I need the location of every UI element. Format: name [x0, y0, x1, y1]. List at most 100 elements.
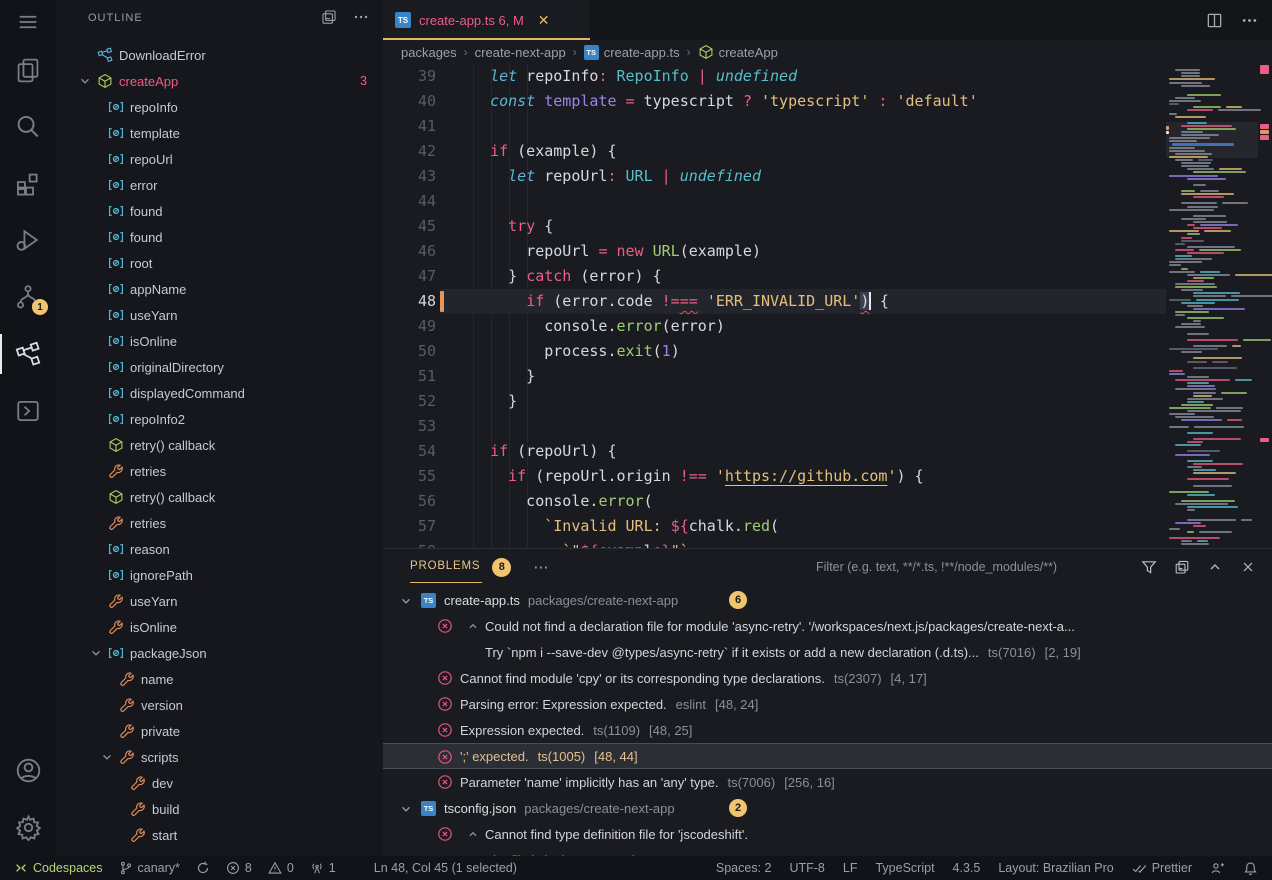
- outline-item-retries[interactable]: retries: [56, 458, 383, 484]
- status-8[interactable]: 8: [226, 861, 252, 875]
- outline-item-repoInfo[interactable]: repoInfo: [56, 94, 383, 120]
- outline-item-retry-callback[interactable]: retry() callback: [56, 484, 383, 510]
- outline-item-start[interactable]: start: [56, 822, 383, 848]
- breadcrumb-packages[interactable]: packages: [401, 45, 457, 60]
- status-spaces-2[interactable]: Spaces: 2: [716, 861, 772, 875]
- code-line-40[interactable]: 40 const template = typescript ? 'typesc…: [383, 89, 1272, 114]
- outline-item-found[interactable]: found: [56, 198, 383, 224]
- outline-item-isOnline[interactable]: isOnline: [56, 614, 383, 640]
- outline-item-reason[interactable]: reason: [56, 536, 383, 562]
- outline-item-retry-callback[interactable]: retry() callback: [56, 432, 383, 458]
- status-codespaces[interactable]: Codespaces: [14, 861, 103, 875]
- code-line-53[interactable]: 53: [383, 414, 1272, 439]
- menu-icon[interactable]: [0, 6, 56, 38]
- breadcrumb-create-app-ts[interactable]: TScreate-app.ts: [584, 45, 680, 60]
- line-number-48[interactable]: 48: [383, 289, 436, 314]
- status-typescript[interactable]: TypeScript: [875, 861, 934, 875]
- filter-icon[interactable]: [1141, 559, 1157, 575]
- outline-item-displayedCommand[interactable]: displayedCommand: [56, 380, 383, 406]
- line-number-53[interactable]: 53: [383, 414, 436, 439]
- outline-item-found[interactable]: found: [56, 224, 383, 250]
- chevron-down-icon[interactable]: [77, 73, 93, 89]
- outline-item-dev[interactable]: dev: [56, 770, 383, 796]
- close-panel-icon[interactable]: [1240, 559, 1256, 575]
- problem-row[interactable]: Could not find a declaration file for mo…: [383, 613, 1272, 639]
- line-number-58[interactable]: 58: [383, 539, 436, 548]
- outline-item-packageJson[interactable]: packageJson: [56, 640, 383, 666]
- chevron-down-icon[interactable]: [88, 645, 104, 661]
- problem-row[interactable]: Cannot find type definition file for 'js…: [383, 821, 1272, 847]
- line-number-46[interactable]: 46: [383, 239, 436, 264]
- outline-item-version[interactable]: version: [56, 692, 383, 718]
- outline-item-name[interactable]: name: [56, 666, 383, 692]
- outline-item-originalDirectory[interactable]: originalDirectory: [56, 354, 383, 380]
- code-line-39[interactable]: 39 let repoInfo: RepoInfo | undefined: [383, 64, 1272, 89]
- line-number-54[interactable]: 54: [383, 439, 436, 464]
- line-number-57[interactable]: 57: [383, 514, 436, 539]
- outline-item-DownloadError[interactable]: DownloadError: [56, 42, 383, 68]
- code-line-51[interactable]: 51 }: [383, 364, 1272, 389]
- outline-item-private[interactable]: private: [56, 718, 383, 744]
- line-number-49[interactable]: 49: [383, 314, 436, 339]
- line-number-44[interactable]: 44: [383, 189, 436, 214]
- line-number-42[interactable]: 42: [383, 139, 436, 164]
- split-editor-icon[interactable]: [1206, 12, 1223, 29]
- panel-view-icon[interactable]: [0, 387, 56, 435]
- line-number-45[interactable]: 45: [383, 214, 436, 239]
- breadcrumb-createApp[interactable]: createApp: [698, 44, 778, 60]
- line-number-41[interactable]: 41: [383, 114, 436, 139]
- problem-row[interactable]: Parsing error: Expression expected.eslin…: [383, 691, 1272, 717]
- code-line-45[interactable]: 45 try {: [383, 214, 1272, 239]
- outline-item-template[interactable]: template: [56, 120, 383, 146]
- code-line-55[interactable]: 55 if (repoUrl.origin !== 'https://githu…: [383, 464, 1272, 489]
- outline-item-root[interactable]: root: [56, 250, 383, 276]
- line-number-51[interactable]: 51: [383, 364, 436, 389]
- collapse-icon[interactable]: [466, 619, 480, 633]
- editor-more-actions-icon[interactable]: [1241, 12, 1258, 29]
- line-number-56[interactable]: 56: [383, 489, 436, 514]
- status-sync[interactable]: [196, 861, 210, 875]
- more-actions-icon[interactable]: [353, 9, 369, 25]
- problem-related-info-row[interactable]: The file is in the program because...: [383, 847, 1272, 856]
- status-prettier[interactable]: Prettier: [1132, 861, 1192, 876]
- minimap[interactable]: [1166, 64, 1258, 548]
- problem-row[interactable]: Cannot find module 'cpy' or its correspo…: [383, 665, 1272, 691]
- outline-item-repoInfo2[interactable]: repoInfo2: [56, 406, 383, 432]
- tab-create-app-ts[interactable]: TS create-app.ts 6, M ✕: [383, 0, 590, 40]
- chevron-down-icon[interactable]: [99, 749, 115, 765]
- code-line-42[interactable]: 42 if (example) {: [383, 139, 1272, 164]
- outline-item-appName[interactable]: appName: [56, 276, 383, 302]
- code-line-44[interactable]: 44: [383, 189, 1272, 214]
- outline-item-retries[interactable]: retries: [56, 510, 383, 536]
- status-4-3-5[interactable]: 4.3.5: [953, 861, 981, 875]
- outline-item-isOnline[interactable]: isOnline: [56, 328, 383, 354]
- maximize-panel-icon[interactable]: [1207, 559, 1223, 575]
- code-editor[interactable]: 39 let repoInfo: RepoInfo | undefined40 …: [383, 64, 1272, 548]
- chevron-down-icon[interactable]: [398, 801, 414, 817]
- code-line-57[interactable]: 57 `Invalid URL: ${chalk.red(: [383, 514, 1272, 539]
- status-0[interactable]: 0: [268, 861, 294, 875]
- outline-item-scripts[interactable]: scripts: [56, 744, 383, 770]
- status-layout-brazilian-pro[interactable]: Layout: Brazilian Pro: [998, 861, 1113, 875]
- breadcrumb-create-next-app[interactable]: create-next-app: [475, 45, 566, 60]
- line-number-52[interactable]: 52: [383, 389, 436, 414]
- outline-item-error[interactable]: error: [56, 172, 383, 198]
- line-number-55[interactable]: 55: [383, 464, 436, 489]
- tab-problems[interactable]: PROBLEMS: [410, 560, 480, 574]
- outline-item-useYarn[interactable]: useYarn: [56, 302, 383, 328]
- status-canary[interactable]: canary*: [119, 861, 180, 875]
- line-number-50[interactable]: 50: [383, 339, 436, 364]
- status-utf-8[interactable]: UTF-8: [789, 861, 824, 875]
- chevron-down-icon[interactable]: [398, 593, 414, 609]
- group-by-icon[interactable]: [1174, 559, 1190, 575]
- extensions-icon[interactable]: [0, 160, 56, 208]
- explorer-icon[interactable]: [0, 46, 56, 94]
- references-view-icon[interactable]: [0, 330, 56, 378]
- line-number-47[interactable]: 47: [383, 264, 436, 289]
- code-line-48[interactable]: 48 if (error.code !=== 'ERR_INVALID_URL'…: [383, 289, 1272, 314]
- outline-item-ignorePath[interactable]: ignorePath: [56, 562, 383, 588]
- code-line-54[interactable]: 54 if (repoUrl) {: [383, 439, 1272, 464]
- line-number-40[interactable]: 40: [383, 89, 436, 114]
- code-line-47[interactable]: 47 } catch (error) {: [383, 264, 1272, 289]
- status-1[interactable]: 1: [310, 861, 336, 875]
